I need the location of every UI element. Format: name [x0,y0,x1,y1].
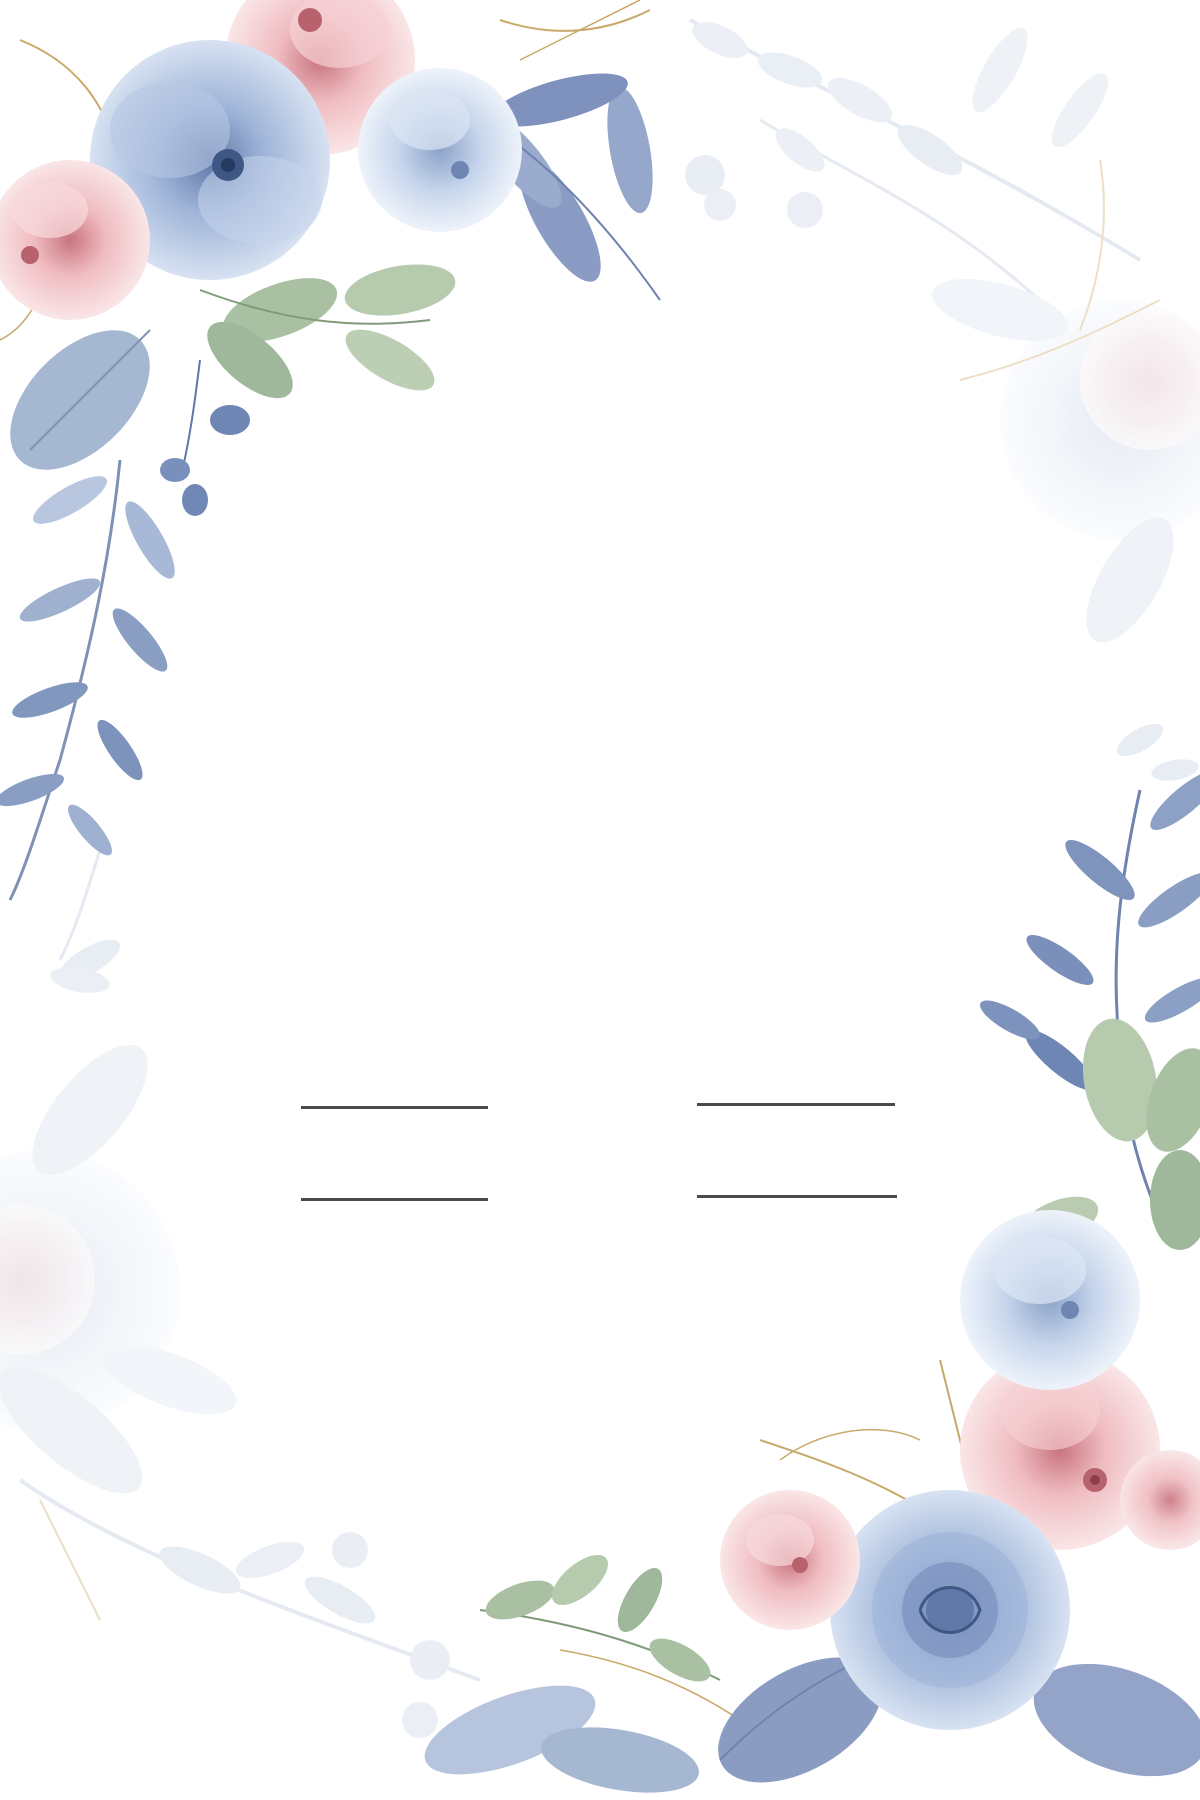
top-left-floral-bouquet [0,0,661,901]
floral-frame-illustration [0,0,1200,1793]
signature-line-top-left [301,1106,488,1109]
bottom-right-floral-bouquet [424,770,1200,1793]
invitation-card [0,0,1200,1800]
signature-line-bottom-left [301,1198,488,1201]
signature-line-bottom-right [697,1195,897,1198]
top-right-faded-floral [685,18,1200,781]
bottom-left-faded-floral [0,849,481,1738]
signature-line-top-right [697,1103,895,1106]
